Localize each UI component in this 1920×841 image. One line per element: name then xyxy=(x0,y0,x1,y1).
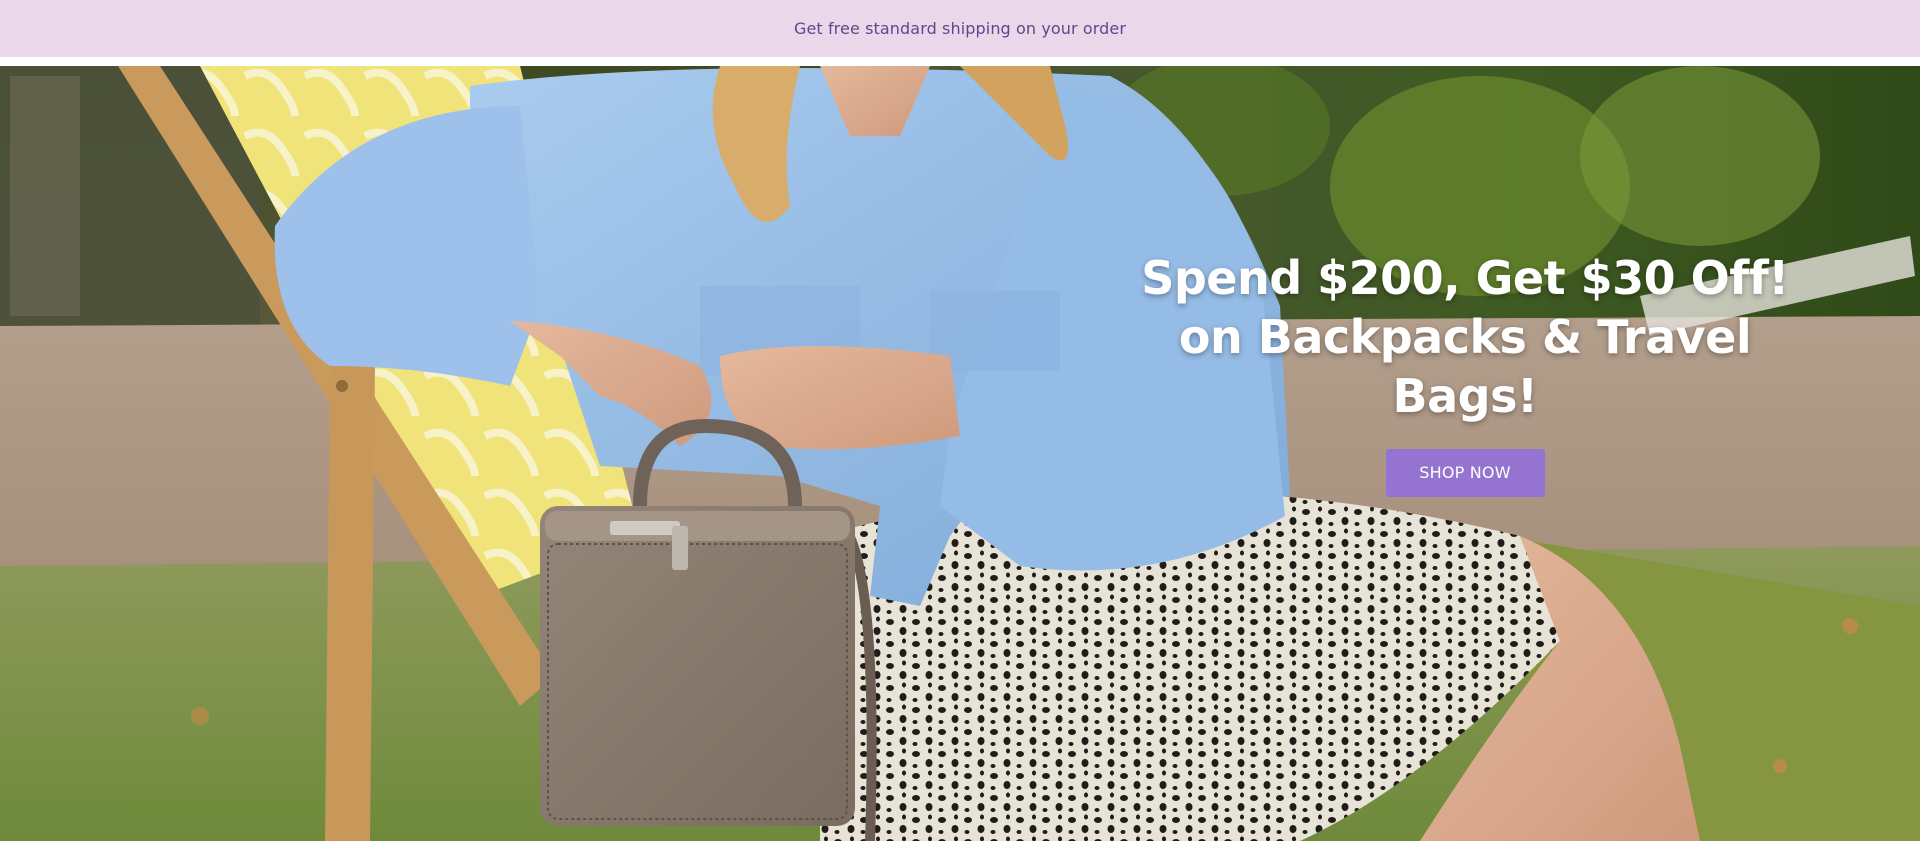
hero-heading: Spend $200, Get $30 Off! on Backpacks & … xyxy=(1110,249,1820,426)
announcement-text: Get free standard shipping on your order xyxy=(793,19,1127,38)
hero-banner[interactable]: Spend $200, Get $30 Off! on Backpacks & … xyxy=(0,66,1920,841)
shop-now-button[interactable]: SHOP NOW xyxy=(1385,449,1545,497)
hero-heading-line-1: Spend $200, Get $30 Off! xyxy=(1141,251,1789,305)
hero-heading-line-2: on Backpacks & Travel Bags! xyxy=(1178,310,1752,423)
hero-copy: Spend $200, Get $30 Off! on Backpacks & … xyxy=(1110,249,1820,497)
announcement-bar: Get free standard shipping on your order xyxy=(0,0,1920,57)
